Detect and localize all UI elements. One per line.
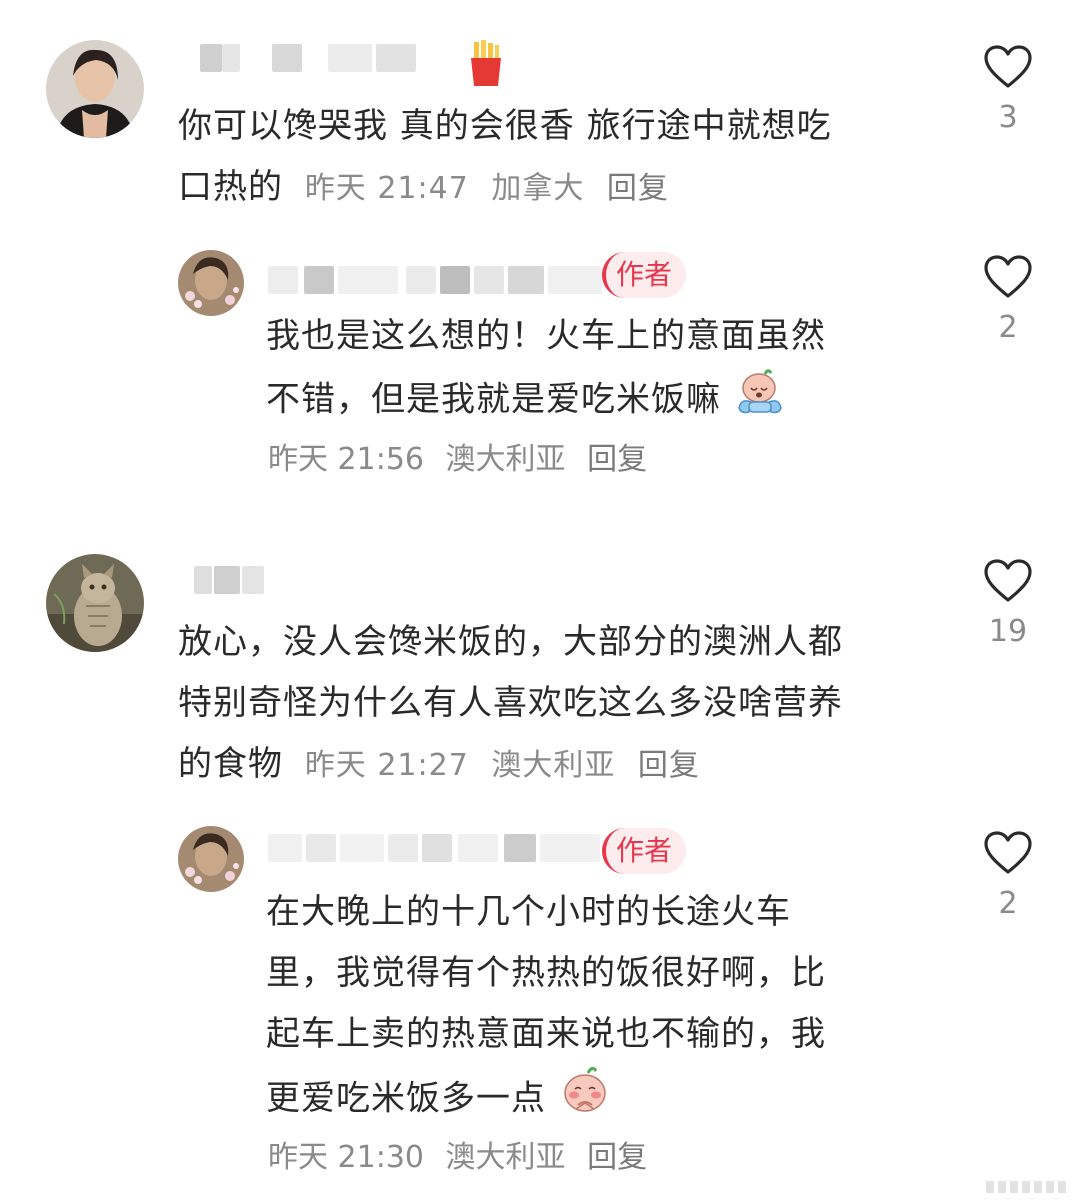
reply-button[interactable]: 回复 (638, 748, 700, 783)
reply-text-line: 不错，但是我就是爱吃米饭嘛 (266, 368, 785, 434)
comment-text-line: 你可以馋哭我 真的会很香 旅行途中就想吃 (178, 106, 832, 146)
reply-location: 澳大利亚 (445, 1140, 566, 1175)
reply-button[interactable]: 回复 (607, 171, 669, 206)
comment-meta: 昨天 21:47 加拿大 回复 (305, 171, 669, 206)
like-count: 3 (998, 100, 1018, 135)
watermark (986, 1181, 1066, 1193)
comment-text-line: 口热的 昨天 21:47 加拿大 回复 (178, 157, 669, 218)
like-count: 19 (988, 614, 1028, 649)
heart-outline-icon (984, 45, 1032, 88)
avatar[interactable] (178, 826, 244, 892)
shy-emoji-icon (560, 1065, 610, 1135)
avatar[interactable] (46, 40, 144, 138)
comment-text-tail: 的食物 (178, 744, 283, 784)
heart-outline-icon (984, 255, 1032, 298)
username-blurred[interactable] (180, 44, 440, 72)
reply-time: 昨天 21:30 (268, 1140, 424, 1175)
like-count: 2 (998, 310, 1018, 345)
like-count: 2 (998, 886, 1018, 921)
reply-meta: 昨天 21:30 澳大利亚 回复 (268, 1138, 647, 1178)
reply-meta: 昨天 21:56 澳大利亚 回复 (268, 440, 647, 480)
reply-time: 昨天 21:56 (268, 442, 424, 477)
reply-button[interactable]: 回复 (587, 442, 647, 477)
comment-meta: 昨天 21:27 澳大利亚 回复 (305, 748, 700, 783)
reply-location: 澳大利亚 (445, 442, 566, 477)
comment-text-line: 的食物 昨天 21:27 澳大利亚 回复 (178, 734, 700, 795)
username-blurred[interactable] (180, 566, 280, 594)
heart-outline-icon (984, 559, 1032, 602)
reply-text-tail: 更爱吃米饭多一点 (266, 1078, 546, 1119)
comment-time: 昨天 21:47 (304, 171, 469, 206)
comment-text-tail: 口热的 (178, 167, 283, 207)
author-badge: 作者 (602, 252, 687, 298)
comment-location: 澳大利亚 (491, 748, 616, 783)
crying-emoji-icon (735, 368, 785, 434)
comment-text-line: 放心，没人会馋米饭的，大部分的澳洲人都 (178, 622, 843, 662)
username-blurred[interactable] (268, 834, 608, 862)
like-button[interactable]: 2 (978, 254, 1038, 348)
reply-text-line: 我也是这么想的！火车上的意面虽然 (266, 316, 826, 356)
reply-text-line: 更爱吃米饭多一点 (266, 1065, 610, 1135)
like-button[interactable]: 2 (978, 830, 1038, 924)
author-badge: 作者 (602, 828, 687, 874)
like-button[interactable]: 19 (978, 558, 1038, 652)
reply-text-line: 里，我觉得有个热热的饭很好啊，比 (266, 953, 826, 993)
comment-time: 昨天 21:27 (304, 748, 469, 783)
reply-text-tail: 不错，但是我就是爱吃米饭嘛 (266, 379, 721, 420)
heart-outline-icon (984, 831, 1032, 874)
reply-text-line: 起车上卖的热意面来说也不输的，我 (266, 1014, 826, 1054)
avatar[interactable] (178, 250, 244, 316)
avatar[interactable] (46, 554, 144, 652)
like-button[interactable]: 3 (978, 44, 1038, 138)
comment-location: 加拿大 (491, 171, 585, 206)
reply-text-line: 在大晚上的十几个小时的长途火车 (266, 892, 791, 932)
french-fries-icon (468, 40, 504, 90)
comment-text-line: 特别奇怪为什么有人喜欢吃这么多没啥营养 (178, 683, 843, 723)
reply-button[interactable]: 回复 (587, 1140, 647, 1175)
username-blurred[interactable] (268, 266, 608, 294)
